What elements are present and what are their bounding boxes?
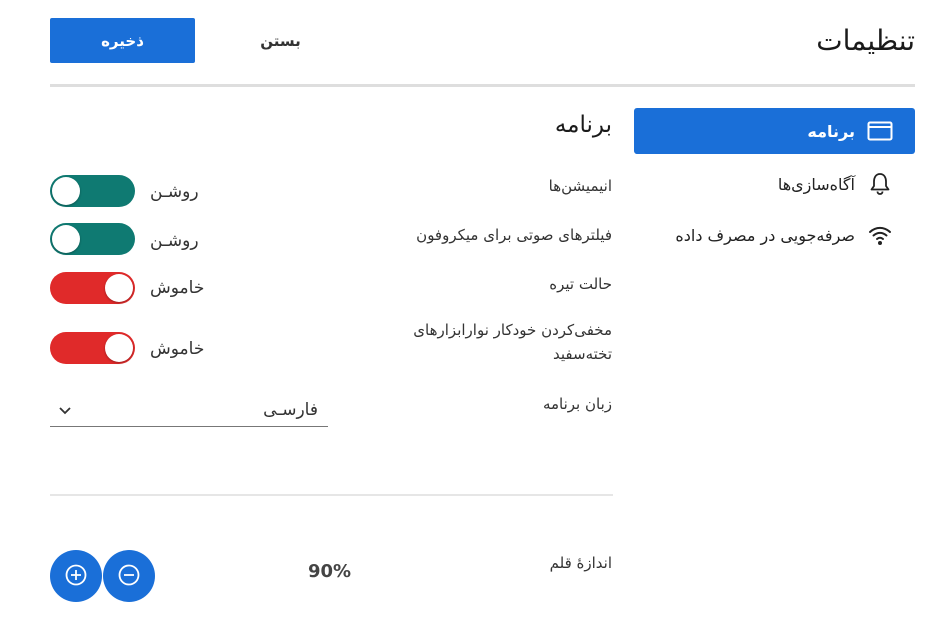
wifi-icon	[867, 223, 893, 247]
autohide-toolbars-label: مخفی‌کردن خودکار نوارابزارهای تخته‌سفید	[413, 321, 612, 363]
font-size-value: 90%	[308, 561, 352, 582]
sidebar-item-app[interactable]: برنامه	[634, 108, 915, 154]
dark-mode-state: خاموش	[150, 278, 205, 298]
minus-icon	[117, 563, 141, 590]
animations-state: روشـن	[150, 182, 199, 202]
dark-mode-label: حالت تیره	[549, 275, 612, 293]
mic-filters-state: روشـن	[150, 231, 199, 251]
sidebar-item-data-saver[interactable]: صرفه‌جویی در مصرف داده	[634, 212, 915, 258]
toggle-knob	[105, 274, 133, 302]
autohide-toolbars-toggle[interactable]	[50, 332, 135, 364]
mic-filters-toggle[interactable]	[50, 223, 135, 255]
animations-label: انیمیشن‌ها	[548, 177, 612, 195]
chevron-down-icon	[58, 401, 72, 420]
save-button[interactable]: ذخیره	[50, 18, 195, 63]
font-size-label: اندازهٔ قلم	[549, 554, 612, 572]
toggle-knob	[52, 225, 80, 253]
language-select[interactable]: فارسـی	[50, 394, 328, 427]
increase-font-button[interactable]	[50, 550, 102, 602]
sidebar-item-label: صرفه‌جویی در مصرف داده	[675, 225, 855, 245]
window-icon	[867, 119, 893, 143]
header-divider	[50, 84, 915, 87]
sidebar-item-notifications[interactable]: آگاه‌سازی‌ها	[634, 161, 915, 207]
plus-icon	[64, 563, 88, 590]
toggle-knob	[105, 334, 133, 362]
section-title: برنامه	[554, 112, 612, 138]
language-value: فارسـی	[263, 400, 318, 420]
section-divider	[50, 494, 613, 496]
toggle-knob	[52, 177, 80, 205]
autohide-toolbars-state: خاموش	[150, 339, 205, 359]
sidebar-item-label: برنامه	[807, 121, 855, 141]
animations-toggle[interactable]	[50, 175, 135, 207]
sidebar-item-label: آگاه‌سازی‌ها	[777, 174, 855, 194]
mic-filters-label: فیلترهای صوتی برای میکروفون	[416, 226, 612, 244]
decrease-font-button[interactable]	[103, 550, 155, 602]
bell-icon	[867, 172, 893, 196]
language-label: زبان برنامه	[542, 395, 612, 413]
dark-mode-toggle[interactable]	[50, 272, 135, 304]
close-button[interactable]: بستن	[228, 18, 333, 63]
page-title: تنظیمات	[816, 24, 915, 57]
